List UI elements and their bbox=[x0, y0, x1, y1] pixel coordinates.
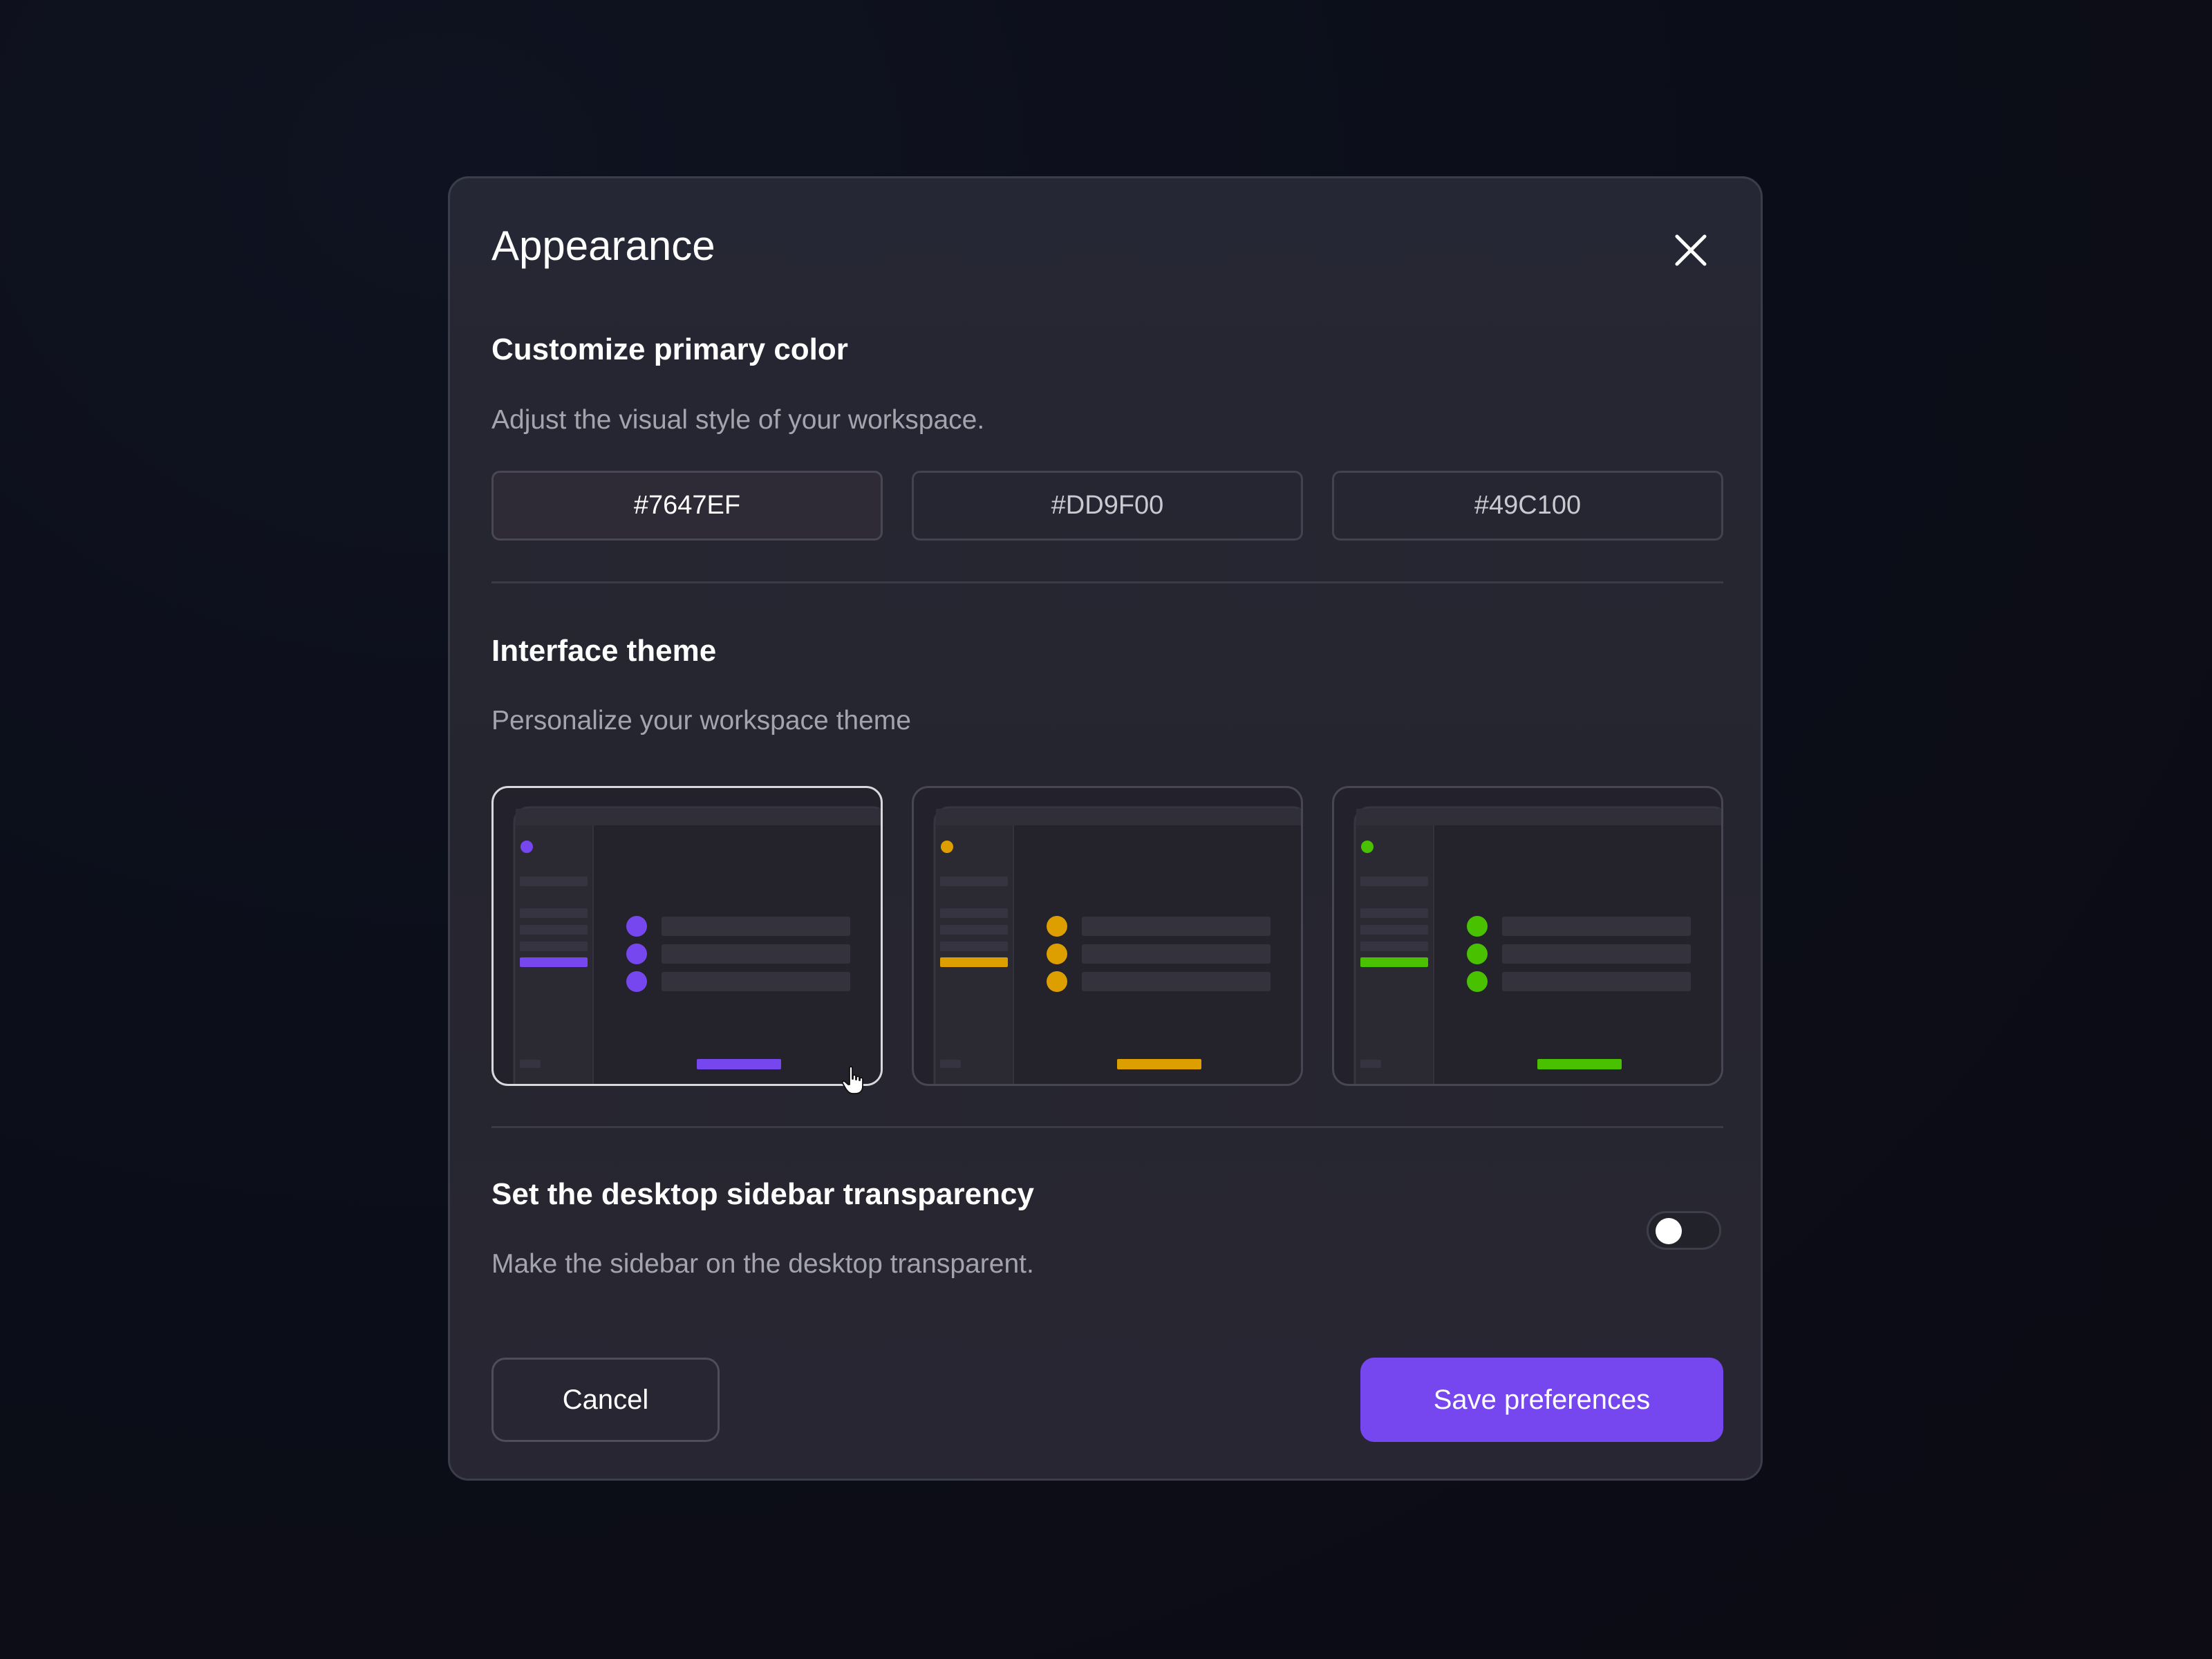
preview-nav-active bbox=[520, 957, 588, 967]
primary-color-title: Customize primary color bbox=[491, 332, 848, 366]
close-button[interactable] bbox=[1670, 229, 1712, 271]
preview-nav-footer bbox=[1360, 1060, 1381, 1068]
primary-color-description: Adjust the visual style of your workspac… bbox=[491, 405, 985, 435]
preview-nav-line bbox=[1360, 925, 1428, 935]
dialog-title: Appearance bbox=[491, 223, 715, 269]
preview-nav-active bbox=[940, 957, 1008, 967]
preview-row-dot bbox=[626, 971, 647, 992]
preview-nav-line bbox=[520, 941, 588, 951]
preview-nav-footer bbox=[940, 1060, 961, 1068]
preview-row-dot bbox=[1047, 944, 1067, 964]
primary-color-options: #7647EF #DD9F00 #49C100 bbox=[491, 471, 1723, 541]
theme-preview bbox=[513, 806, 881, 1084]
preview-row-line bbox=[1082, 972, 1271, 991]
sidebar-transparency-title: Set the desktop sidebar transparency bbox=[491, 1177, 1034, 1211]
sidebar-transparency-toggle[interactable] bbox=[1647, 1211, 1721, 1250]
preview-nav-line bbox=[940, 908, 1008, 918]
preview-row-line bbox=[662, 972, 850, 991]
preview-sidebar bbox=[1356, 825, 1434, 1084]
preview-row-line bbox=[662, 944, 850, 964]
preview-row-line bbox=[1502, 972, 1691, 991]
section-divider bbox=[491, 581, 1723, 583]
preview-accent-bar bbox=[1537, 1059, 1622, 1069]
toggle-knob bbox=[1656, 1218, 1682, 1244]
preview-row-line bbox=[1082, 917, 1271, 936]
preview-nav-line bbox=[940, 877, 1008, 886]
interface-theme-title: Interface theme bbox=[491, 634, 717, 668]
sidebar-transparency-description: Make the sidebar on the desktop transpar… bbox=[491, 1249, 1034, 1279]
hand-cursor-icon bbox=[841, 1066, 863, 1094]
preview-logo-dot bbox=[1361, 841, 1374, 853]
color-option-green[interactable]: #49C100 bbox=[1332, 471, 1723, 541]
appearance-dialog: Appearance Customize primary color Adjus… bbox=[448, 176, 1763, 1481]
theme-option-purple[interactable] bbox=[491, 786, 883, 1086]
preview-accent-bar bbox=[1117, 1059, 1201, 1069]
interface-theme-description: Personalize your workspace theme bbox=[491, 706, 911, 735]
preview-row-dot bbox=[1467, 971, 1488, 992]
preview-row-dot bbox=[1047, 916, 1067, 937]
preview-nav-line bbox=[940, 941, 1008, 951]
preview-row-line bbox=[662, 917, 850, 936]
preview-row-dot bbox=[626, 916, 647, 937]
preview-nav-line bbox=[520, 908, 588, 918]
preview-row-line bbox=[1502, 944, 1691, 964]
preview-logo-dot bbox=[941, 841, 953, 853]
preview-nav-line bbox=[940, 925, 1008, 935]
save-preferences-button[interactable]: Save preferences bbox=[1360, 1358, 1723, 1442]
theme-preview bbox=[1353, 806, 1721, 1084]
preview-sidebar bbox=[936, 825, 1013, 1084]
preview-logo-dot bbox=[521, 841, 533, 853]
preview-nav-line bbox=[1360, 877, 1428, 886]
preview-nav-footer bbox=[520, 1060, 541, 1068]
color-option-purple[interactable]: #7647EF bbox=[491, 471, 883, 541]
preview-row-dot bbox=[1467, 916, 1488, 937]
preview-row-dot bbox=[1047, 971, 1067, 992]
theme-preview bbox=[933, 806, 1301, 1084]
theme-options bbox=[491, 786, 1723, 1086]
preview-row-dot bbox=[1467, 944, 1488, 964]
preview-top-bar bbox=[516, 809, 881, 825]
preview-accent-bar bbox=[697, 1059, 781, 1069]
theme-option-green[interactable] bbox=[1332, 786, 1723, 1086]
preview-nav-active bbox=[1360, 957, 1428, 967]
preview-row-dot bbox=[626, 944, 647, 964]
preview-nav-line bbox=[520, 925, 588, 935]
preview-nav-line bbox=[1360, 941, 1428, 951]
cancel-button[interactable]: Cancel bbox=[491, 1358, 720, 1442]
theme-option-amber[interactable] bbox=[912, 786, 1303, 1086]
preview-nav-line bbox=[520, 877, 588, 886]
preview-row-line bbox=[1502, 917, 1691, 936]
section-divider bbox=[491, 1126, 1723, 1128]
close-icon bbox=[1675, 234, 1707, 266]
color-option-amber[interactable]: #DD9F00 bbox=[912, 471, 1303, 541]
preview-top-bar bbox=[1356, 809, 1721, 825]
preview-sidebar bbox=[516, 825, 593, 1084]
preview-row-line bbox=[1082, 944, 1271, 964]
preview-top-bar bbox=[936, 809, 1301, 825]
preview-nav-line bbox=[1360, 908, 1428, 918]
